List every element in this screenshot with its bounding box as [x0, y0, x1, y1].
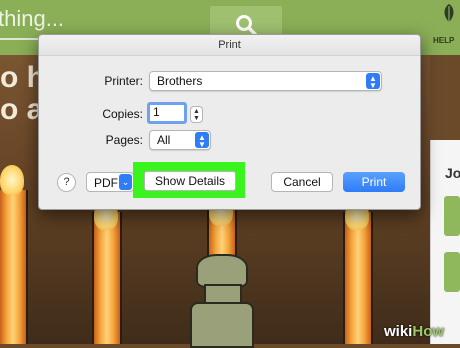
sidebar-heading: Jo	[445, 165, 460, 181]
printer-label: Printer:	[104, 74, 143, 88]
pdf-menu-button[interactable]: PDF ⌄	[86, 172, 134, 192]
candle-mid-right	[343, 212, 373, 344]
cancel-button[interactable]: Cancel	[271, 172, 333, 192]
print-button[interactable]: Print	[343, 172, 405, 192]
dialog-title: Print	[39, 35, 420, 56]
pages-label: Pages:	[105, 133, 143, 147]
pages-select[interactable]: All ▲ ▼	[149, 130, 211, 150]
logo-wiki: wiki	[384, 323, 413, 340]
show-details-button[interactable]: Show Details	[144, 171, 236, 191]
printer-select[interactable]: Brothers ▲ ▼	[149, 71, 382, 91]
help-leaf-icon[interactable]	[440, 2, 458, 24]
candle-left	[0, 190, 28, 344]
search-input[interactable]: thing...	[0, 6, 64, 32]
printer-value: Brothers	[157, 74, 203, 88]
help-button[interactable]: ?	[57, 173, 76, 192]
copies-label: Copies:	[102, 107, 143, 121]
sidebar-thumbnail[interactable]	[444, 252, 460, 292]
select-arrows-icon: ▲ ▼	[366, 73, 380, 90]
help-label[interactable]: HELP	[433, 36, 454, 45]
candle-holder-base	[190, 302, 254, 348]
logo-how: How	[412, 323, 445, 340]
copies-stepper[interactable]: ▲ ▼	[190, 106, 203, 123]
copies-field[interactable]: 1	[147, 102, 187, 124]
flame-icon	[0, 165, 24, 195]
print-dialog: Print Printer: Brothers ▲ ▼ Copies: 1 ▲ ▼ …	[38, 34, 421, 210]
pages-value: All	[157, 133, 171, 147]
chevron-down-icon: ⌄	[119, 174, 132, 190]
candle-holder	[196, 254, 248, 288]
select-arrows-icon: ▲ ▼	[195, 132, 209, 149]
candle-mid-left	[92, 212, 122, 344]
wikihow-logo: wikiHow	[384, 323, 444, 340]
pdf-label: PDF	[94, 176, 118, 190]
sidebar-thumbnail[interactable]	[444, 196, 460, 236]
